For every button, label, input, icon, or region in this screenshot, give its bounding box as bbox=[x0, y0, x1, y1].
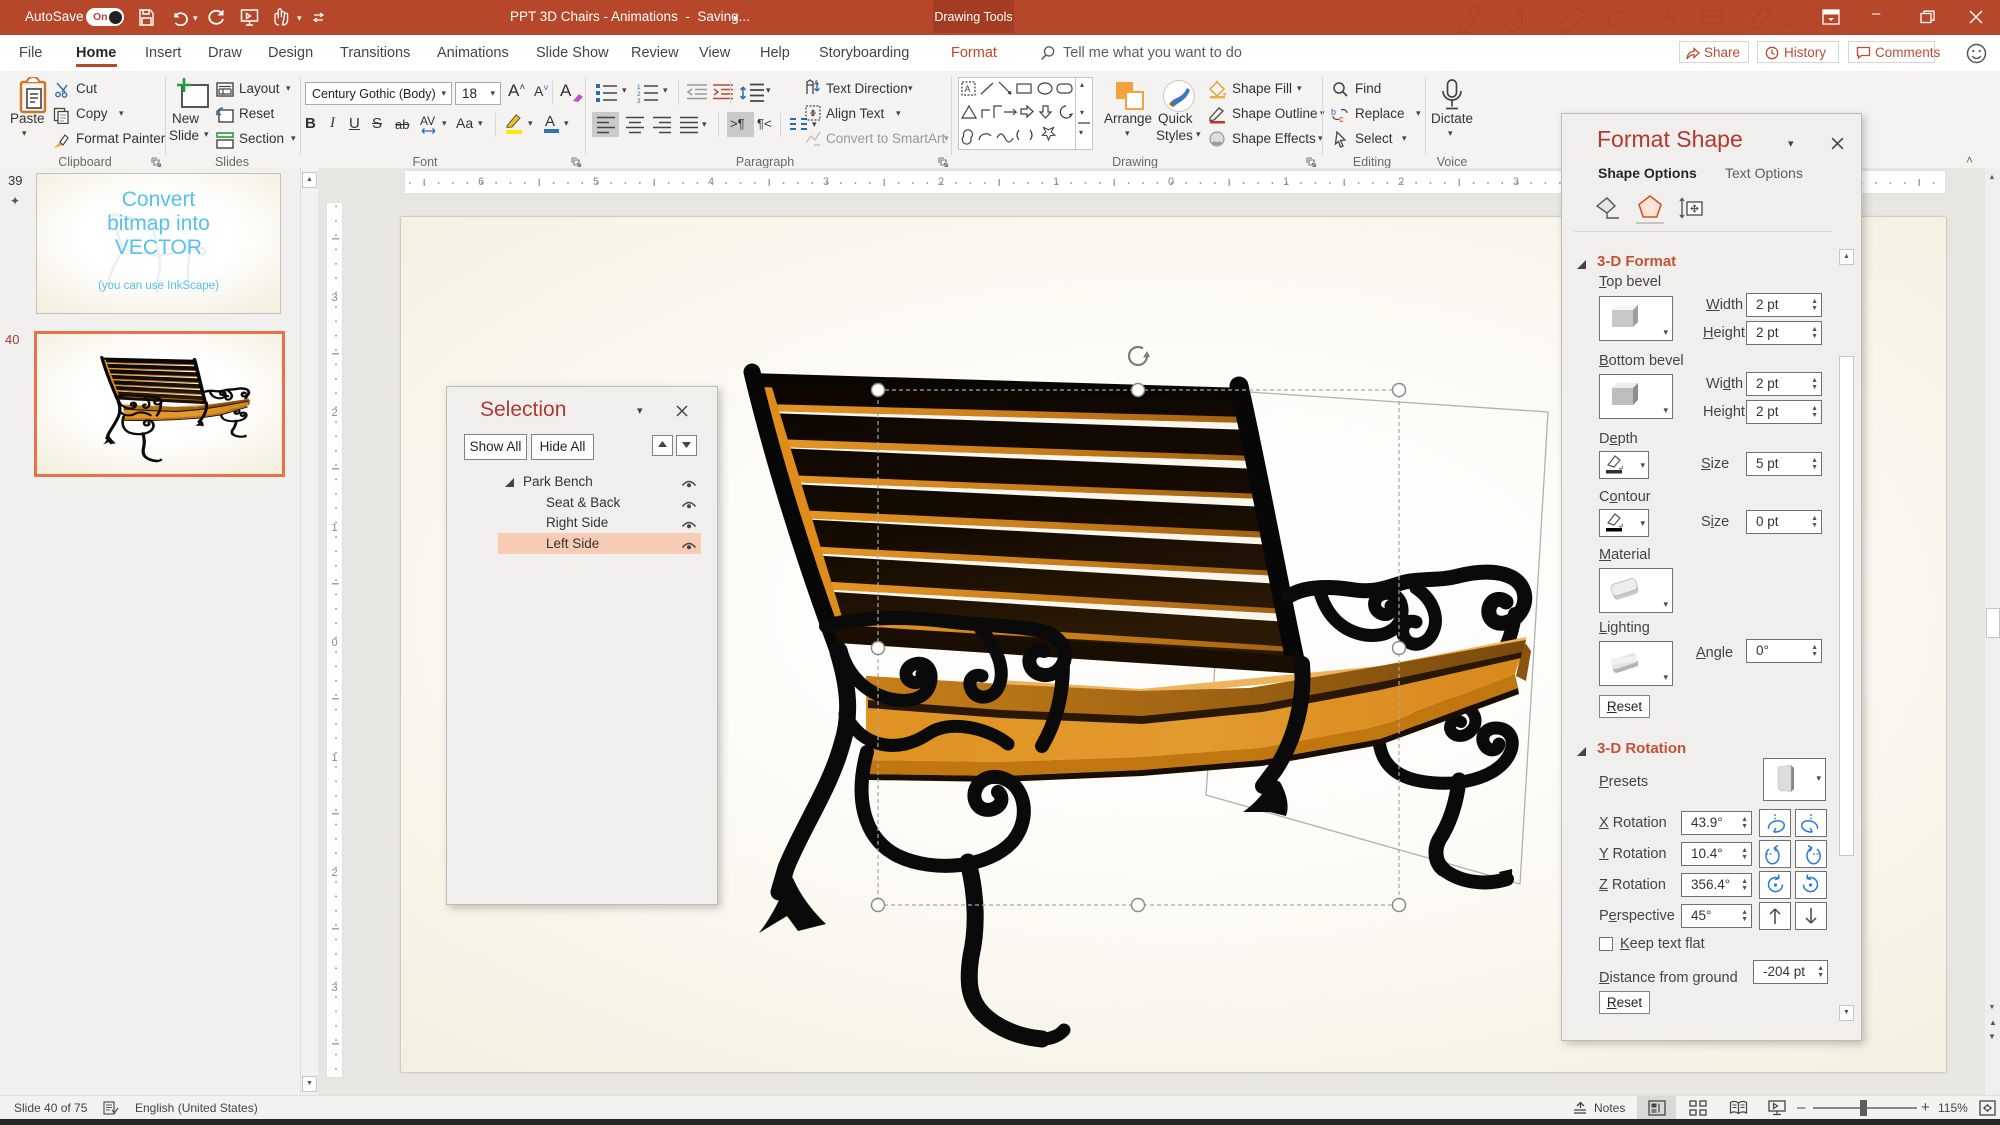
svg-text:c: c bbox=[1339, 114, 1344, 124]
svg-text:b: b bbox=[1331, 107, 1336, 117]
svg-text:1: 1 bbox=[637, 84, 641, 91]
svg-text:3: 3 bbox=[637, 98, 641, 103]
svg-text:A: A bbox=[965, 84, 971, 94]
svg-text:A: A bbox=[814, 80, 819, 87]
svg-text:2: 2 bbox=[637, 91, 641, 98]
